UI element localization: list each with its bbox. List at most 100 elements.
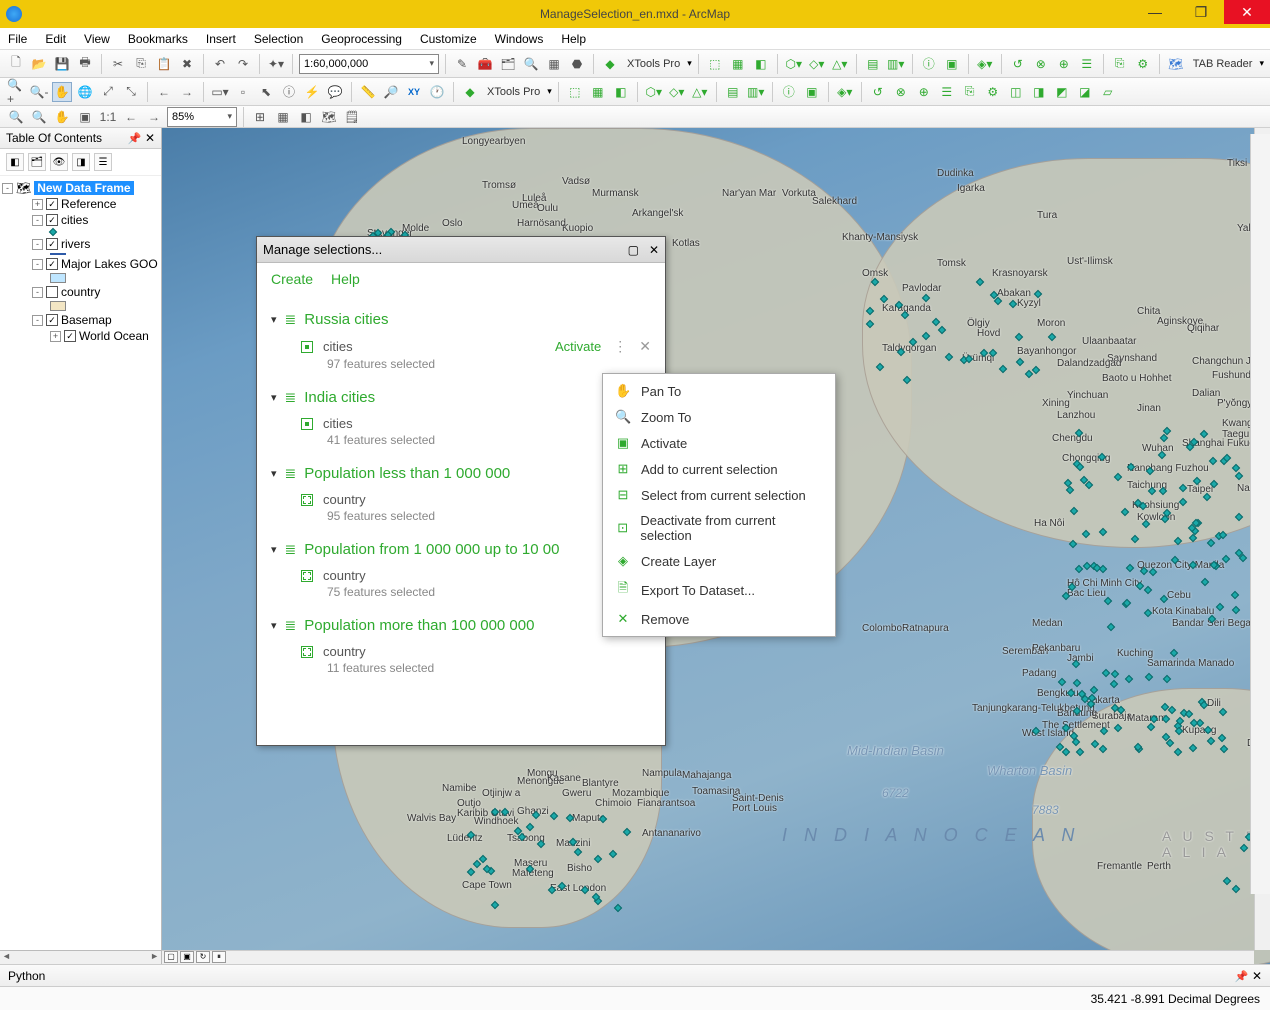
xt-b2[interactable]: ▦ — [728, 54, 748, 74]
context-menu-item[interactable]: 🗎Export To Dataset... — [603, 574, 835, 606]
expand-icon[interactable]: ▾ — [271, 543, 277, 556]
tree-item[interactable]: - cities — [2, 212, 159, 228]
xt2-b3[interactable]: ◧ — [611, 82, 631, 102]
xt2-b16[interactable]: ⎘ — [960, 82, 980, 102]
xt-b13[interactable]: ⊗ — [1031, 54, 1051, 74]
context-menu-item[interactable]: ⊟Select from current selection — [603, 482, 835, 508]
xt2-b8[interactable]: ▥▾ — [746, 82, 766, 102]
menu-bookmarks[interactable]: Bookmarks — [128, 32, 188, 46]
context-menu-item[interactable]: ▣Activate — [603, 430, 835, 456]
ms-dock-icon[interactable]: ▢ — [628, 243, 639, 257]
l-whole-icon[interactable]: ▣ — [75, 107, 95, 127]
xtools-label-2[interactable]: XTools Pro — [483, 86, 544, 98]
tree-root[interactable]: - 🗺 New Data Frame — [2, 180, 159, 196]
pause-icon[interactable]: ⏸ — [212, 951, 226, 963]
toc-hscroll[interactable] — [0, 950, 161, 964]
xt2-b6[interactable]: △▾ — [690, 82, 710, 102]
html-popup-icon[interactable]: 💬 — [325, 82, 345, 102]
xt-b10[interactable]: ▣ — [942, 54, 962, 74]
toggle-icon[interactable]: + — [50, 331, 61, 342]
toggle-icon[interactable]: - — [32, 259, 43, 270]
pointer-icon[interactable]: ⬉ — [256, 82, 276, 102]
list-by-selection-icon[interactable]: ◨ — [72, 153, 90, 171]
remove-icon[interactable]: ✕ — [639, 338, 651, 355]
selection-title[interactable]: ▾ ≣ Population from 1 000 000 up to 10 0… — [271, 535, 651, 564]
l-fwd-icon[interactable]: → — [144, 107, 164, 127]
python-icon[interactable]: ▦ — [544, 54, 564, 74]
tree-item[interactable] — [2, 272, 159, 284]
checkbox[interactable] — [46, 286, 58, 298]
xt-b7[interactable]: ▤ — [863, 54, 883, 74]
pin-icon[interactable]: 📌 — [128, 133, 142, 145]
toggle-icon[interactable]: - — [32, 287, 43, 298]
xt2-b17[interactable]: ⚙ — [983, 82, 1003, 102]
cut-icon[interactable]: ✂ — [108, 54, 128, 74]
xt-b5[interactable]: ◇▾ — [807, 54, 827, 74]
identify-icon[interactable]: ⓘ — [279, 82, 299, 102]
model-icon[interactable]: ⬣ — [567, 54, 587, 74]
checkbox[interactable] — [64, 330, 76, 342]
hyperlink-icon[interactable]: ⚡ — [302, 82, 322, 102]
toolbox-icon[interactable]: 🧰 — [475, 54, 495, 74]
zoom-out-icon[interactable]: 🔍- — [29, 82, 49, 102]
context-menu-item[interactable]: ✋Pan To — [603, 378, 835, 404]
menu-selection[interactable]: Selection — [254, 32, 303, 46]
selection-layer-row[interactable]: country — [271, 640, 651, 661]
xt2-b1[interactable]: ⬚ — [565, 82, 585, 102]
xt2-b4[interactable]: ⬡▾ — [644, 82, 664, 102]
xt-b15[interactable]: ☰ — [1077, 54, 1097, 74]
xt2-b20[interactable]: ◩ — [1052, 82, 1072, 102]
xt-b6[interactable]: △▾ — [830, 54, 850, 74]
xy-icon[interactable]: XY — [404, 82, 424, 102]
xt2-b12[interactable]: ↺ — [868, 82, 888, 102]
open-icon[interactable]: 📂 — [29, 54, 49, 74]
right-dock-strip[interactable] — [1250, 134, 1270, 894]
menu-insert[interactable]: Insert — [206, 32, 236, 46]
selection-title[interactable]: ▾ ≣ Population more than 100 000 000 — [271, 611, 651, 640]
print-icon[interactable]: 🖶 — [75, 54, 95, 74]
l-b1[interactable]: ⊞ — [250, 107, 270, 127]
list-by-drawing-icon[interactable]: ◧ — [6, 153, 24, 171]
layout-view-tab[interactable]: ▣ — [180, 951, 194, 963]
xt-b4[interactable]: ⬡▾ — [784, 54, 804, 74]
activate-link[interactable]: Activate — [555, 339, 601, 354]
python-pin-icon[interactable]: 📌 — [1235, 971, 1249, 983]
xt2-b19[interactable]: ◨ — [1029, 82, 1049, 102]
map-hscroll[interactable]: ▢ ▣ ↻ ⏸ — [162, 950, 1254, 964]
xt-b3[interactable]: ◧ — [751, 54, 771, 74]
back-icon[interactable]: ← — [154, 82, 174, 102]
xt2-b13[interactable]: ⊗ — [891, 82, 911, 102]
xt2-b14[interactable]: ⊕ — [914, 82, 934, 102]
toggle-icon[interactable]: - — [32, 315, 43, 326]
fixed-zoom-in-icon[interactable]: ⤢ — [98, 82, 118, 102]
editor-icon[interactable]: ✎ — [452, 54, 472, 74]
xt2-b7[interactable]: ▤ — [723, 82, 743, 102]
selection-title[interactable]: ▾ ≣ India cities — [271, 383, 651, 412]
tree-item[interactable]: - Major Lakes GOO — [2, 256, 159, 272]
selection-layer-row[interactable]: cities Activate⋮✕ — [271, 334, 651, 357]
tree-item[interactable]: - rivers — [2, 236, 159, 252]
ms-titlebar[interactable]: Manage selections... ▢ ✕ — [257, 237, 665, 263]
paste-icon[interactable]: 📋 — [154, 54, 174, 74]
add-data-icon[interactable]: ✦▾ — [266, 54, 286, 74]
time-icon[interactable]: 🕐 — [427, 82, 447, 102]
fixed-zoom-out-icon[interactable]: ⤡ — [121, 82, 141, 102]
selection-title[interactable]: ▾ ≣ Russia cities — [271, 305, 651, 334]
select-icon[interactable]: ▭▾ — [210, 82, 230, 102]
redo-icon[interactable]: ↷ — [233, 54, 253, 74]
data-view-tab[interactable]: ▢ — [164, 951, 178, 963]
options-icon[interactable]: ☰ — [94, 153, 112, 171]
menu-edit[interactable]: Edit — [45, 32, 66, 46]
context-menu-item[interactable]: ✕Remove — [603, 606, 835, 632]
tree-item[interactable]: + World Ocean — [2, 328, 159, 344]
expand-icon[interactable]: ▾ — [271, 313, 277, 326]
ms-menu-create[interactable]: Create — [271, 271, 313, 287]
undo-icon[interactable]: ↶ — [210, 54, 230, 74]
toggle-icon[interactable]: - — [32, 239, 43, 250]
python-close-icon[interactable]: ✕ — [1252, 969, 1262, 983]
menu-view[interactable]: View — [84, 32, 110, 46]
maximize-button[interactable]: ❐ — [1178, 0, 1224, 24]
menu-customize[interactable]: Customize — [420, 32, 477, 46]
list-by-source-icon[interactable]: 🗂 — [28, 153, 46, 171]
l-b2[interactable]: ▦ — [273, 107, 293, 127]
